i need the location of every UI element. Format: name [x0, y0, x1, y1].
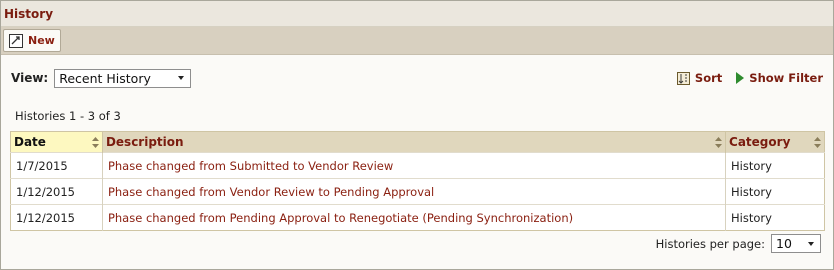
history-panel: History New View: Recent History Sort Sh… — [0, 0, 834, 270]
table-row: 1/12/2015 Phase changed from Pending App… — [10, 204, 825, 231]
sort-button[interactable]: Sort — [676, 71, 723, 85]
view-select[interactable]: Recent History — [54, 68, 192, 88]
toolbar: New — [1, 27, 833, 55]
results-count: Histories 1 - 3 of 3 — [15, 109, 121, 123]
history-entry-link[interactable]: Phase changed from Pending Approval to R… — [108, 211, 573, 225]
sort-arrows-icon — [91, 137, 99, 148]
cell-description: Phase changed from Pending Approval to R… — [102, 204, 727, 231]
play-arrow-icon — [736, 72, 745, 84]
cell-category: History — [725, 204, 825, 231]
cell-description: Phase changed from Submitted to Vendor R… — [102, 152, 727, 179]
pager: Histories per page: 10 — [656, 234, 821, 253]
show-filter-label: Show Filter — [749, 71, 823, 85]
list-actions: Sort Show Filter — [676, 71, 823, 85]
chevron-down-icon — [808, 241, 814, 246]
history-entry-link[interactable]: Phase changed from Submitted to Vendor R… — [108, 159, 393, 173]
view-select-value: Recent History — [59, 70, 151, 86]
view-row: View: Recent History Sort Show Filter — [11, 68, 823, 88]
sort-arrows-icon — [814, 137, 821, 148]
table-row: 1/12/2015 Phase changed from Vendor Revi… — [10, 178, 825, 205]
table-header-row: Date Description Category — [10, 131, 825, 153]
new-button[interactable]: New — [3, 29, 61, 52]
per-page-select[interactable]: 10 — [771, 234, 821, 253]
sort-label: Sort — [694, 71, 723, 85]
column-header-description[interactable]: Description — [102, 131, 727, 153]
column-header-label: Description — [105, 135, 184, 149]
cell-date: 1/12/2015 — [10, 178, 103, 205]
sort-icon — [676, 71, 690, 85]
cell-category: History — [725, 178, 825, 205]
column-header-date[interactable]: Date — [10, 131, 103, 153]
per-page-label: Histories per page: — [655, 236, 765, 251]
cell-date: 1/12/2015 — [10, 204, 103, 231]
history-table: Date Description Category 1/7/2015 Phase… — [10, 131, 825, 231]
cell-date: 1/7/2015 — [10, 152, 103, 179]
column-header-label: Date — [14, 135, 46, 149]
panel-title: History — [4, 6, 54, 21]
cell-category: History — [725, 152, 825, 179]
table-row: 1/7/2015 Phase changed from Submitted to… — [10, 152, 825, 179]
per-page-value: 10 — [776, 236, 792, 251]
sort-arrows-icon — [715, 137, 723, 148]
cell-description: Phase changed from Vendor Review to Pend… — [102, 178, 727, 205]
new-button-label: New — [28, 34, 55, 47]
column-header-category[interactable]: Category — [725, 131, 825, 153]
new-document-icon — [9, 33, 23, 48]
show-filter-button[interactable]: Show Filter — [736, 71, 823, 85]
view-label: View: — [11, 71, 49, 85]
history-entry-link[interactable]: Phase changed from Vendor Review to Pend… — [108, 185, 434, 199]
chevron-down-icon — [178, 76, 185, 80]
column-header-label: Category — [729, 135, 791, 149]
panel-title-bar: History — [1, 1, 833, 27]
